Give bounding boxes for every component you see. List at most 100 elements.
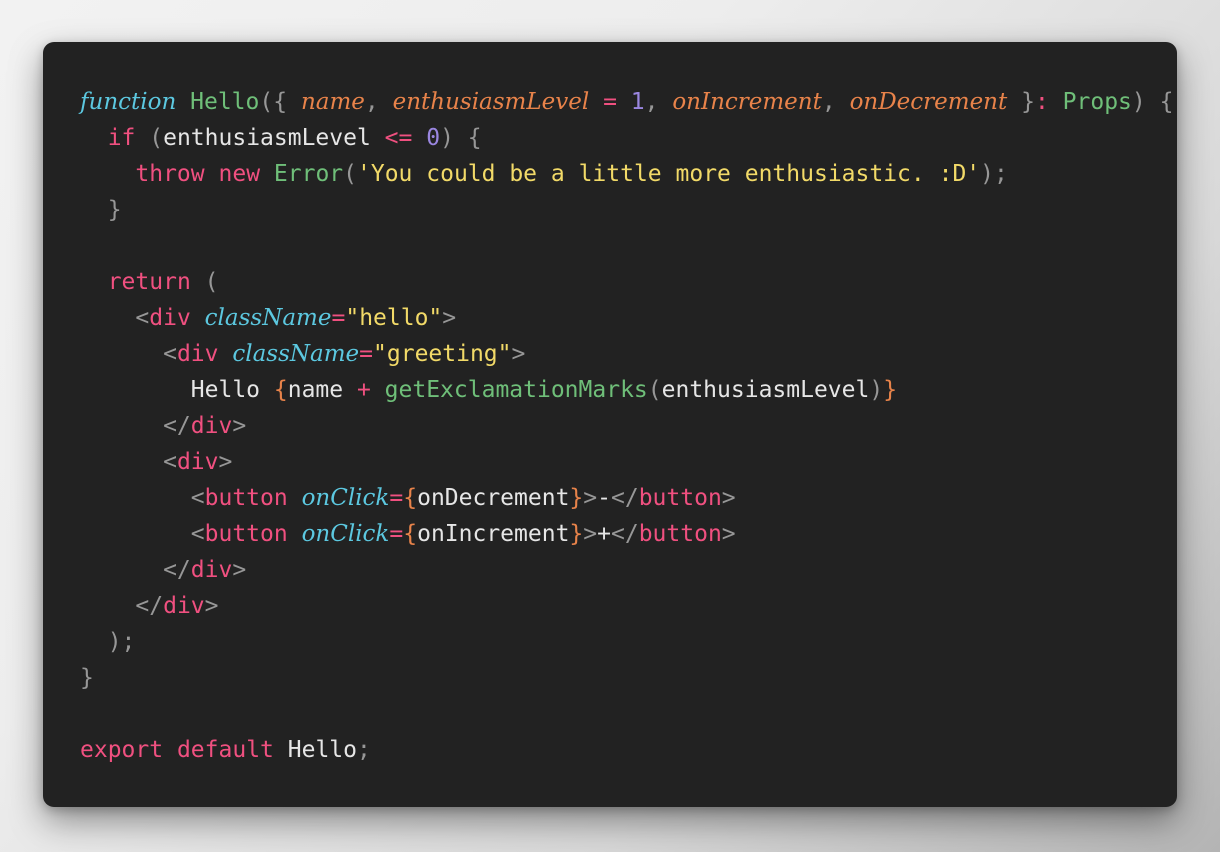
code-token-punctuation: ); [980, 161, 1008, 187]
screenshot-stage: function Hello({ name, enthusiasmLevel =… [0, 0, 1220, 852]
code-token-punctuation: ) { [440, 125, 482, 151]
code-token-punctuation: } [1007, 89, 1035, 115]
code-token-string: 'You could be a little more enthusiastic… [357, 161, 981, 187]
code-token-punctuation: > [232, 413, 247, 439]
code-token-keyword: : [1034, 89, 1049, 115]
code-token-punctuation: , [364, 89, 393, 115]
code-line: throw new Error('You could be a little m… [80, 156, 1177, 192]
code-token-punctuation: </ [611, 521, 639, 547]
code-token-plain: - [597, 485, 611, 511]
code-token-string: "hello" [345, 305, 443, 331]
code-line: </div> [80, 552, 1177, 588]
code-line: </div> [80, 408, 1177, 444]
code-token-plain: Hello [287, 737, 357, 763]
code-token-punctuation: ) [869, 377, 884, 403]
code-line: Hello {name + getExclamationMarks(enthus… [80, 372, 1177, 408]
code-token-punctuation: ( [190, 269, 219, 295]
code-token-punctuation: < [80, 485, 205, 511]
code-card: function Hello({ name, enthusiasmLevel =… [43, 42, 1177, 807]
code-line: </div> [80, 588, 1177, 624]
code-token-punctuation: ); [80, 629, 136, 655]
code-line: <div className="greeting"> [80, 336, 1177, 372]
code-token-jsx-brace: } [569, 485, 584, 511]
code-token-punctuation: < [80, 305, 150, 331]
code-token-punctuation: </ [80, 557, 191, 583]
code-token-jsx-brace: { [403, 485, 418, 511]
code-token-keyword: export [80, 737, 164, 763]
code-token-punctuation: > [583, 521, 598, 547]
code-token-keyword: default [176, 737, 274, 763]
code-token-jsx-brace: { [403, 521, 418, 547]
code-token-plain: + [597, 521, 611, 547]
code-token-punctuation: } [80, 665, 94, 691]
code-token-punctuation: > [721, 485, 736, 511]
code-line: } [80, 660, 1177, 696]
code-token-type: getExclamationMarks [384, 377, 648, 403]
code-token-jsx-tag: button [204, 521, 288, 547]
code-token-punctuation: ) { [1131, 89, 1174, 115]
code-token-punctuation: ( [647, 377, 662, 403]
code-line: } [80, 192, 1177, 228]
code-token-parameter: enthusiasmLevel [392, 89, 590, 115]
code-token-punctuation: } [80, 197, 122, 223]
code-token-punctuation: </ [80, 413, 191, 439]
code-token-jsx-brace: } [883, 377, 898, 403]
code-token-punctuation: < [80, 521, 205, 547]
code-token-keyword: throw [135, 161, 205, 187]
code-line: <button onClick={onDecrement}>-</button> [80, 480, 1177, 516]
code-token-jsx-brace: } [569, 521, 584, 547]
code-token-keyword: <= [370, 125, 427, 151]
code-token-punctuation: < [80, 341, 177, 367]
code-token-plain: onDecrement [417, 485, 570, 511]
code-token-parameter: name [300, 89, 365, 115]
code-token-jsx-tag: button [638, 521, 722, 547]
code-token-keyword: = [589, 89, 631, 115]
code-token-punctuation: ( [343, 161, 358, 187]
code-block[interactable]: function Hello({ name, enthusiasmLevel =… [80, 84, 1177, 768]
code-line: export default Hello; [80, 732, 1177, 768]
code-token-plain: enthusiasmLevel [163, 125, 371, 151]
code-token-punctuation: > [218, 449, 233, 475]
code-token-punctuation: > [442, 305, 457, 331]
code-token-punctuation: </ [611, 485, 639, 511]
code-token-keyword: = [331, 305, 346, 331]
code-token-attribute: className [204, 305, 332, 331]
code-token-keyword: new [218, 161, 261, 187]
code-token-keyword: = [359, 341, 374, 367]
code-token-punctuation: </ [80, 593, 164, 619]
code-token-jsx-tag: div [176, 341, 219, 367]
code-token-plain: onIncrement [417, 521, 570, 547]
code-line: return ( [80, 264, 1177, 300]
code-token-jsx-tag: div [176, 449, 219, 475]
code-token-attribute: onClick [301, 521, 390, 547]
code-token-type: Props [1062, 89, 1132, 115]
code-token-plain: name [287, 377, 344, 403]
code-token-type: Error [273, 161, 344, 187]
code-token-plain: enthusiasmLevel [661, 377, 870, 403]
code-line: <button onClick={onIncrement}>+</button> [80, 516, 1177, 552]
code-token-attribute: onClick [301, 485, 390, 511]
code-token-jsx-brace: { [273, 377, 288, 403]
code-token-punctuation: , [821, 89, 850, 115]
code-token-punctuation: ({ [259, 89, 301, 115]
code-token-jsx-tag: div [190, 557, 233, 583]
code-token-keyword: = [389, 485, 404, 511]
code-token-parameter: onIncrement [672, 89, 822, 115]
code-token-string: "greeting" [373, 341, 512, 367]
code-line: ); [80, 624, 1177, 660]
code-token-keyword: + [343, 377, 385, 403]
code-token-punctuation: > [511, 341, 526, 367]
